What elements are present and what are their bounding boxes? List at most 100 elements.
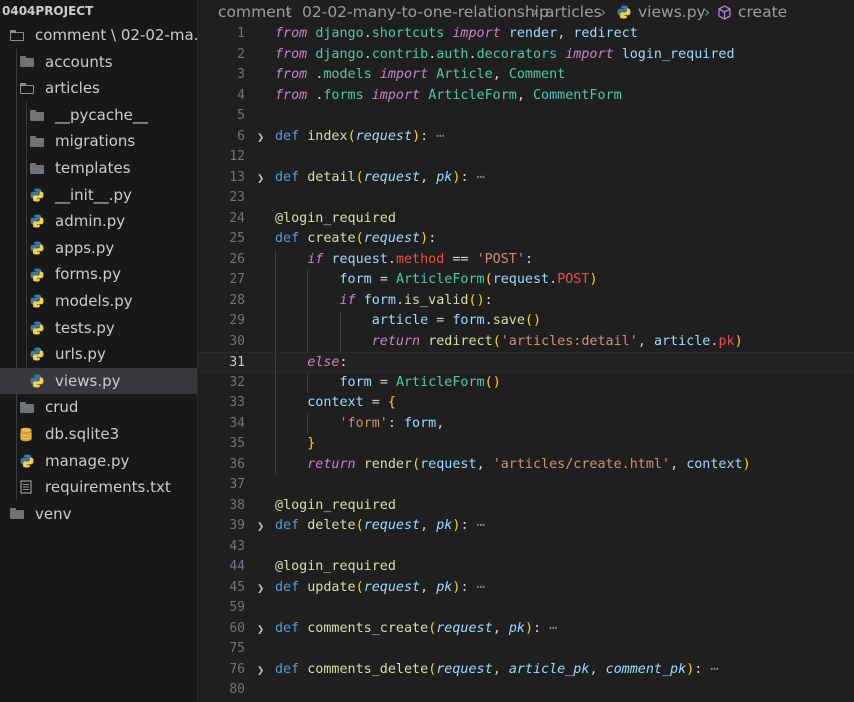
line-number: 2 (237, 46, 245, 62)
fold-chevron-icon[interactable]: ❯ (257, 516, 264, 537)
line-number: 4 (237, 87, 245, 103)
code-line[interactable]: 1 from django.shortcuts import render, re… (199, 24, 854, 45)
code-line[interactable]: 4 from .forms import ArticleForm, Comment… (199, 86, 854, 107)
folder-item[interactable]: venv (0, 501, 197, 528)
text-file-icon (20, 474, 32, 501)
code-line[interactable]: 76 ❯ def comments_delete(request, article_… (199, 660, 854, 681)
code-line[interactable]: 32 form = ArticleForm() (199, 372, 854, 393)
code-line[interactable]: 80 (199, 680, 854, 701)
project-title[interactable]: 0404PROJECT (0, 0, 197, 22)
code-line[interactable]: 25 def create(request): (199, 229, 854, 250)
line-number: 59 (229, 600, 245, 615)
breadcrumb-item[interactable]: 02-02-many-to-one-relationship (302, 3, 549, 21)
indent-guide (26, 128, 27, 155)
code-line[interactable]: 23 (199, 188, 854, 209)
indent-guide (16, 154, 17, 182)
code-line[interactable]: 29 article = form.save() (199, 311, 854, 332)
code-line[interactable]: 2 from django.contrib.auth.decorators imp… (199, 45, 854, 66)
file-item[interactable]: urls.py (0, 341, 197, 368)
line-number: 26 (229, 251, 245, 267)
line-number: 76 (229, 661, 245, 677)
code-text: if request.method == 'POST': (307, 251, 533, 267)
breadcrumb-item[interactable]: articles (545, 3, 602, 21)
code-line[interactable]: 45 ❯ def update(request, pk): ⋯ (199, 578, 854, 599)
folder-item[interactable]: __pycache__ (0, 101, 197, 129)
code-line[interactable]: 35 } (199, 434, 854, 455)
code-line[interactable]: 33 context = { (199, 393, 854, 414)
file-item[interactable]: admin.py (0, 208, 197, 235)
folder-item[interactable]: migrations (0, 128, 197, 155)
line-number: 45 (229, 579, 245, 595)
tree-item-label: templates (55, 158, 131, 177)
indent-guide (26, 261, 27, 288)
code-line[interactable]: 3 from .models import Article, Comment (199, 65, 854, 86)
code-line[interactable]: 34 'form': form, (199, 413, 854, 434)
file-item[interactable]: db.sqlite3 (0, 420, 197, 448)
indent-guide (26, 208, 27, 235)
tree-item-label: db.sqlite3 (45, 424, 120, 443)
fold-chevron-icon[interactable]: ❯ (257, 660, 264, 681)
tree-item-label: articles (45, 79, 100, 98)
line-number: 29 (229, 313, 245, 328)
folder-item[interactable]: accounts (0, 48, 197, 76)
code-line[interactable]: 31 else: (199, 352, 854, 374)
code-line[interactable]: 6 ❯ def index(request): ⋯ (199, 127, 854, 148)
code-text: def detail(request, pk): ⋯ (275, 169, 485, 185)
file-item[interactable]: forms.py (0, 261, 197, 288)
code-line[interactable]: 75 (199, 639, 854, 660)
code-line[interactable]: 37 (199, 475, 854, 496)
code-line[interactable]: 44 @login_required (199, 557, 854, 578)
code-text: @login_required (275, 210, 396, 226)
file-item[interactable]: views.py (0, 367, 197, 395)
indent-guide (26, 234, 27, 262)
code-line[interactable]: 24 @login_required (199, 209, 854, 230)
code-line[interactable]: 43 (199, 537, 854, 558)
indent-guide (16, 367, 17, 395)
code-line[interactable]: 30 return redirect('articles:detail', ar… (199, 331, 854, 352)
code-text: def comments_delete(request, article_pk,… (275, 661, 719, 677)
code-line[interactable]: 38 @login_required (199, 496, 854, 517)
indent-guide (16, 181, 17, 209)
code-line[interactable]: 36 return render(request, 'articles/crea… (199, 454, 854, 475)
code-text: from django.shortcuts import render, red… (275, 26, 638, 41)
file-item[interactable]: manage.py (0, 447, 197, 475)
folder-item[interactable]: crud (0, 394, 197, 421)
folder-open-icon (20, 75, 34, 102)
breadcrumb-item[interactable]: views.py (638, 3, 706, 21)
file-item[interactable]: tests.py (0, 314, 197, 342)
python-icon (30, 368, 44, 395)
code-line[interactable]: 26 if request.method == 'POST': (199, 249, 854, 270)
code-line[interactable]: 12 (199, 147, 854, 168)
python-icon (30, 235, 44, 262)
folder-item[interactable]: templates (0, 154, 197, 182)
code-text: def comments_create(request, pk): ⋯ (275, 620, 558, 636)
chevron-right-icon: › (600, 3, 607, 21)
folder-item[interactable]: comment \ 02-02-ma... (0, 22, 197, 49)
indent-guide (16, 447, 17, 475)
indent-guide (16, 208, 17, 235)
file-item[interactable]: models.py (0, 287, 197, 315)
code-line[interactable]: 39 ❯ def delete(request, pk): ⋯ (199, 516, 854, 537)
indent-guide (16, 341, 17, 368)
code-line[interactable]: 59 (199, 598, 854, 619)
code-text: @login_required (275, 559, 396, 574)
code-text: return render(request, 'articles/create.… (307, 456, 751, 472)
code-line[interactable]: 5 (199, 106, 854, 127)
line-number: 3 (237, 67, 245, 82)
fold-chevron-icon[interactable]: ❯ (257, 168, 264, 189)
file-item[interactable]: apps.py (0, 234, 197, 262)
fold-chevron-icon[interactable]: ❯ (257, 619, 264, 640)
breadcrumb-item[interactable]: comment (218, 3, 292, 21)
code-line[interactable]: 28 if form.is_valid(): (199, 290, 854, 311)
breadcrumb-item[interactable]: create (738, 3, 787, 21)
line-number: 44 (229, 559, 245, 574)
code-editor[interactable]: 1 from django.shortcuts import render, re… (199, 24, 854, 702)
file-item[interactable]: __init__.py (0, 181, 197, 209)
fold-chevron-icon[interactable]: ❯ (257, 127, 264, 148)
code-line[interactable]: 27 form = ArticleForm(request.POST) (199, 270, 854, 291)
file-item[interactable]: requirements.txt (0, 474, 197, 501)
fold-chevron-icon[interactable]: ❯ (257, 578, 264, 599)
code-line[interactable]: 13 ❯ def detail(request, pk): ⋯ (199, 168, 854, 189)
code-line[interactable]: 60 ❯ def comments_create(request, pk): ⋯ (199, 619, 854, 640)
folder-item[interactable]: articles (0, 75, 197, 102)
